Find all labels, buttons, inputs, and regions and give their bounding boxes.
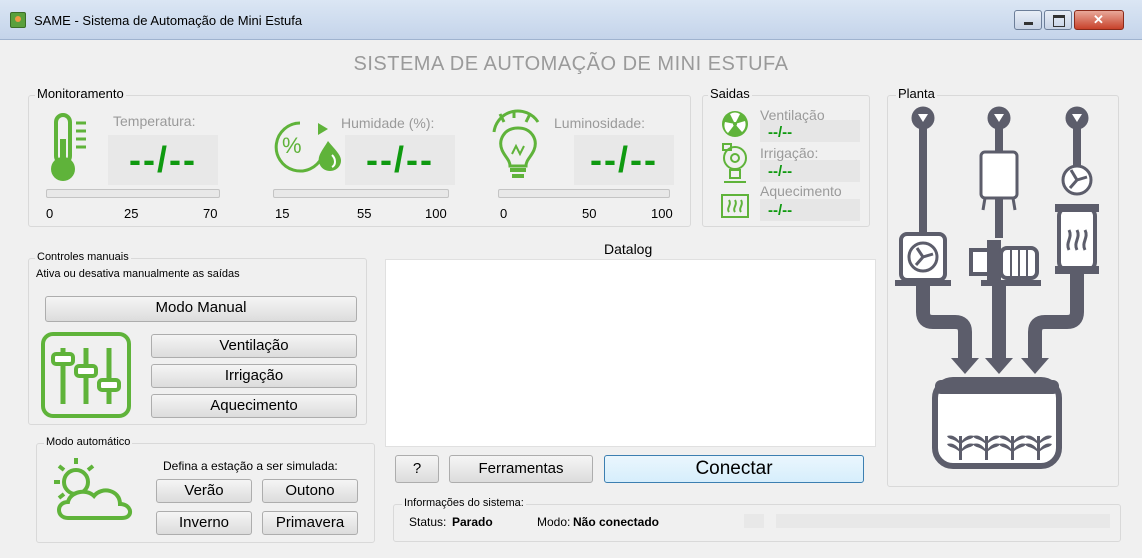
pump-icon (722, 143, 747, 183)
aquecimento-output-value: --/-- (768, 202, 793, 219)
luminosity-trackbar[interactable] (498, 189, 670, 198)
humidity-tick-min: 15 (275, 206, 290, 221)
irrigacao-output-value: --/-- (768, 163, 793, 180)
fan-icon (722, 111, 748, 137)
luminosity-tick-max: 100 (651, 206, 673, 221)
info-spacer (744, 514, 764, 528)
aquecimento-output-label: Aquecimento (760, 183, 842, 199)
maximize-button[interactable] (1044, 10, 1072, 30)
page-title: SISTEMA DE AUTOMAÇÃO DE MINI ESTUFA (353, 53, 789, 75)
lightbulb-icon (492, 109, 540, 178)
plant-diagram (895, 106, 1099, 469)
luminosity-label: Luminosidade: (554, 115, 646, 131)
aquecimento-button[interactable]: Aquecimento (151, 394, 357, 418)
datalog-textbox[interactable] (385, 259, 876, 447)
svg-text:%: % (282, 133, 302, 158)
season-outono-button[interactable]: Outono (262, 479, 358, 503)
weather-icon (54, 458, 132, 520)
controles-label: Controles manuais (35, 251, 131, 263)
automatico-prompt: Defina a estação a ser simulada: (163, 459, 338, 473)
humidity-tick-max: 100 (425, 206, 447, 221)
mode-value: Não conectado (573, 515, 660, 529)
irrigacao-output-label: Irrigação: (760, 145, 819, 161)
temperature-tick-mid: 25 (124, 206, 139, 221)
season-inverno-button[interactable]: Inverno (156, 511, 252, 535)
humidity-label: Humidade (%): (341, 115, 435, 131)
modo-manual-button[interactable]: Modo Manual (45, 296, 357, 322)
app-icon (10, 12, 26, 28)
mode-key: Modo: (537, 515, 571, 529)
temperature-value: --/-- (108, 135, 218, 185)
season-verao-button[interactable]: Verão (156, 479, 252, 503)
temperature-trackbar[interactable] (46, 189, 220, 198)
thermometer-icon (51, 113, 86, 181)
temperature-tick-min: 0 (46, 206, 54, 221)
datalog-label: Datalog (604, 241, 653, 257)
info-label: Informações do sistema: (402, 497, 526, 509)
humidity-icon: % (274, 121, 342, 173)
minimize-button[interactable] (1014, 10, 1042, 30)
status-key: Status: (409, 515, 447, 529)
controles-description: Ativa ou desativa manualmente as saídas (36, 268, 240, 280)
automatico-label: Modo automático (44, 436, 133, 448)
ferramentas-button[interactable]: Ferramentas (449, 455, 593, 483)
help-button[interactable]: ? (395, 455, 439, 483)
irrigacao-button[interactable]: Irrigação (151, 364, 357, 388)
luminosity-value: --/-- (574, 135, 674, 185)
season-primavera-button[interactable]: Primavera (262, 511, 358, 535)
window-title: SAME - Sistema de Automação de Mini Estu… (34, 13, 303, 28)
temperature-tick-max: 70 (203, 206, 218, 221)
planta-label: Planta (896, 86, 937, 101)
ventilacao-button[interactable]: Ventilação (151, 334, 357, 358)
temperature-label: Temperatura: (113, 113, 196, 129)
conectar-button[interactable]: Conectar (604, 455, 864, 483)
luminosity-tick-min: 0 (500, 206, 508, 221)
info-extra-field (776, 514, 1110, 528)
saidas-label: Saidas (708, 86, 752, 101)
humidity-tick-mid: 55 (357, 206, 372, 221)
status-value: Parado (452, 515, 493, 529)
humidity-value: --/-- (345, 135, 455, 185)
sliders-icon (41, 332, 131, 418)
humidity-trackbar[interactable] (273, 189, 449, 198)
close-button[interactable] (1074, 10, 1124, 30)
luminosity-tick-mid: 50 (582, 206, 597, 221)
ventilacao-output-label: Ventilação (760, 107, 825, 123)
heater-icon (721, 194, 749, 218)
ventilacao-output-value: --/-- (768, 124, 793, 141)
monitoramento-label: Monitoramento (35, 86, 126, 101)
